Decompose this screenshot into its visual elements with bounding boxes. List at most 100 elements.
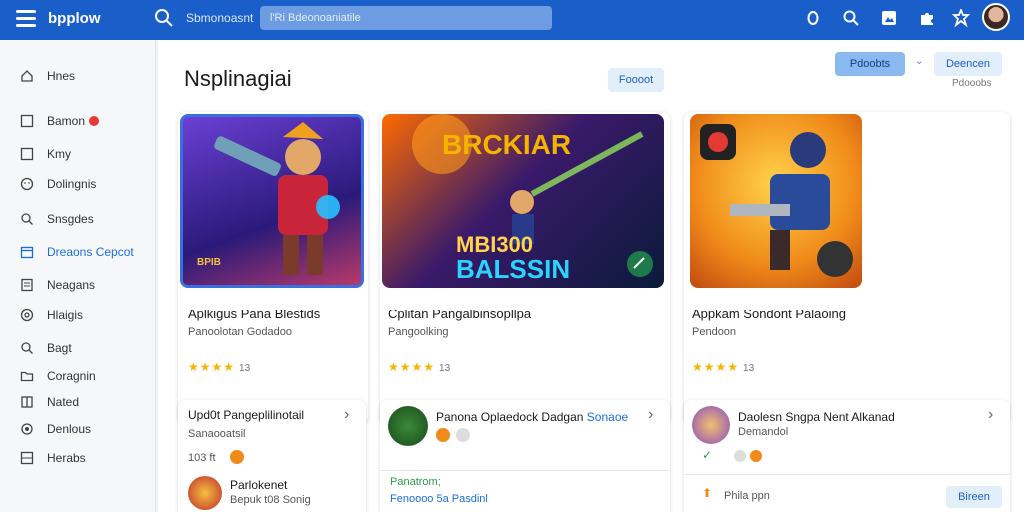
emoji-icon: [750, 450, 762, 462]
chevron-right-icon[interactable]: ›: [648, 406, 653, 424]
game-avatar: [188, 476, 222, 510]
card-subtitle: Panoolotan Godadoo: [188, 326, 292, 338]
link-text[interactable]: Panatrom;: [390, 476, 441, 488]
sidebar-item-label: Herabs: [47, 451, 86, 465]
notification-dot: [89, 116, 100, 126]
chevron-right-icon[interactable]: ›: [988, 406, 993, 424]
emoji-icon: [456, 428, 470, 442]
sidebar-item-label: Snsgdes: [47, 212, 94, 226]
sidebar-item-label: Bagt: [47, 341, 72, 355]
sidebar-item-coragnin[interactable]: Coragnin: [20, 366, 96, 386]
sidebar-item-neagans[interactable]: Neagans: [20, 275, 95, 295]
game-card-meta: Appkam Sondont Palaoing Pendoon ★★★★ 13: [684, 310, 1010, 384]
sidebar-item-hlaigis[interactable]: Hlaigis: [20, 305, 83, 325]
card-title: Appkam Sondont Palaoing: [692, 310, 846, 321]
list-card-meta: 103 ft: [188, 452, 216, 464]
smile-icon: [20, 177, 34, 191]
list-card-footer: Phila ppn: [724, 490, 770, 502]
circle-icon[interactable]: [804, 9, 822, 27]
sidebar-item-label: Bamon: [47, 114, 86, 128]
list-subitem-title: Parlokenet: [230, 478, 288, 492]
sub-label: Pdooobs: [952, 78, 992, 89]
search-icon-secondary[interactable]: [842, 9, 860, 27]
card-subtitle: Pendoon: [692, 326, 737, 338]
settings-icon[interactable]: [952, 9, 970, 27]
sidebar-item-label: Nated: [47, 395, 80, 409]
list-card[interactable]: Daolesn Sngpa Nent Alkanad › Demandol ✓ …: [684, 400, 1010, 512]
page-title: Nsplinagiai: [184, 66, 292, 91]
filter-button[interactable]: Foooot: [608, 68, 664, 92]
rating-stars: ★★★★ 13: [188, 360, 251, 374]
gear-icon: [21, 423, 33, 435]
sidebar-item-herabs[interactable]: Herabs: [20, 448, 86, 468]
chevron-down-icon[interactable]: ⌄: [915, 56, 923, 67]
sidebar-item-kmy[interactable]: Kmy: [20, 144, 71, 164]
list-card[interactable]: Panona Oplaedock Dadgan Sonaoe › Panatro…: [380, 400, 670, 512]
list-card-title: Upd0t Pangeplilinotail: [188, 408, 305, 422]
list-card-subtitle: Demandol: [738, 426, 789, 438]
sidebar-item-nated[interactable]: Nated: [20, 392, 79, 412]
sidebar: Hnes Bamon Kmy Dolingnis Snsgdes Dreaons…: [0, 40, 156, 512]
sidebar-item-label: Neagans: [47, 278, 96, 292]
square-icon: [20, 147, 34, 161]
game-thumbnail: BPIB: [180, 114, 364, 288]
game-avatar: [388, 406, 428, 446]
sidebar-item-snsgdes[interactable]: Snsgdes: [20, 209, 94, 229]
search-input[interactable]: [260, 6, 552, 30]
sidebar-item-dolingnis[interactable]: Dolingnis: [20, 174, 96, 194]
divider: [684, 474, 1010, 475]
list-card[interactable]: Upd0t Pangeplilinotail › Sanaooatsil 103…: [178, 400, 366, 512]
emoji-icon: [734, 450, 746, 462]
sidebar-item-label: Coragnin: [47, 369, 96, 383]
game-card-meta: Cplitan Pangalbinsopllpa Pangoolking ★★★…: [380, 310, 670, 384]
sidebar-item-label: Denlous: [47, 422, 92, 436]
game-thumbnail: [690, 114, 862, 288]
primary-button[interactable]: Pdoobts: [835, 52, 905, 76]
sidebar-item-games[interactable]: Bamon: [20, 111, 100, 131]
square-icon: [20, 114, 34, 128]
user-avatar[interactable]: [982, 3, 1010, 31]
emoji-icon: [230, 450, 244, 464]
calendar-icon: [20, 246, 34, 259]
sidebar-item-label: Kmy: [47, 147, 71, 161]
arrow-up-icon: ⬆: [702, 486, 713, 500]
list-card-title: Daolesn Sngpa Nent Alkanad: [738, 410, 895, 424]
menu-icon[interactable]: [16, 10, 36, 28]
sidebar-item-label: Hnes: [47, 69, 76, 83]
search-icon: [21, 213, 33, 225]
app-brand[interactable]: bpplow: [48, 10, 101, 27]
sidebar-item-bagt[interactable]: Bagt: [20, 338, 72, 358]
sidebar-item-label: Dolingnis: [47, 177, 97, 191]
thumb-badge: BPIB: [197, 257, 221, 268]
sidebar-item-label: Dreaons Cepcot: [47, 245, 134, 259]
rating-stars: ★★★★ 13: [388, 360, 451, 374]
card-title: Cplitan Pangalbinsopllpa: [388, 310, 532, 321]
sidebar-item-home[interactable]: Hnes: [20, 66, 75, 86]
game-thumbnail: BRCKIAR MBI300 BALSSIN: [382, 114, 664, 288]
list-card-subtitle: Sanaooatsil: [188, 428, 246, 440]
link-text[interactable]: Fenoooo 5a Pasdinl: [390, 493, 488, 505]
card-subtitle: Pangoolking: [388, 326, 449, 338]
check-icon: ✓: [702, 448, 713, 462]
document-icon: [21, 278, 33, 292]
sidebar-item-label: Hlaigis: [47, 308, 84, 322]
search-icon[interactable]: [154, 8, 174, 28]
hero-illustration: BPIB: [197, 122, 340, 275]
top-app-bar: bpplow Sbmonoasnt: [0, 0, 1024, 40]
chevron-right-icon[interactable]: ›: [344, 406, 349, 424]
emoji-icon: [436, 428, 450, 442]
card-title: Aplkigus Pana Blestids: [188, 310, 321, 321]
sidebar-item-dreaons-cepcot[interactable]: Dreaons Cepcot: [20, 242, 134, 262]
folder-icon: [20, 371, 34, 382]
photo-icon[interactable]: [880, 9, 898, 27]
puzzle-icon[interactable]: [918, 9, 936, 27]
hero-illustration: [700, 124, 853, 277]
hero-illustration: BRCKIAR MBI300 BALSSIN: [412, 114, 653, 284]
secondary-button[interactable]: Deencen: [934, 52, 1002, 76]
game-avatar: [692, 406, 730, 444]
grid-icon: [20, 451, 34, 465]
game-card-meta: Aplkigus Pana Blestids Panoolotan Godado…: [178, 310, 368, 384]
sidebar-item-denlous[interactable]: Denlous: [20, 419, 91, 439]
action-button[interactable]: Bireen: [946, 486, 1002, 508]
divider: [380, 470, 670, 471]
